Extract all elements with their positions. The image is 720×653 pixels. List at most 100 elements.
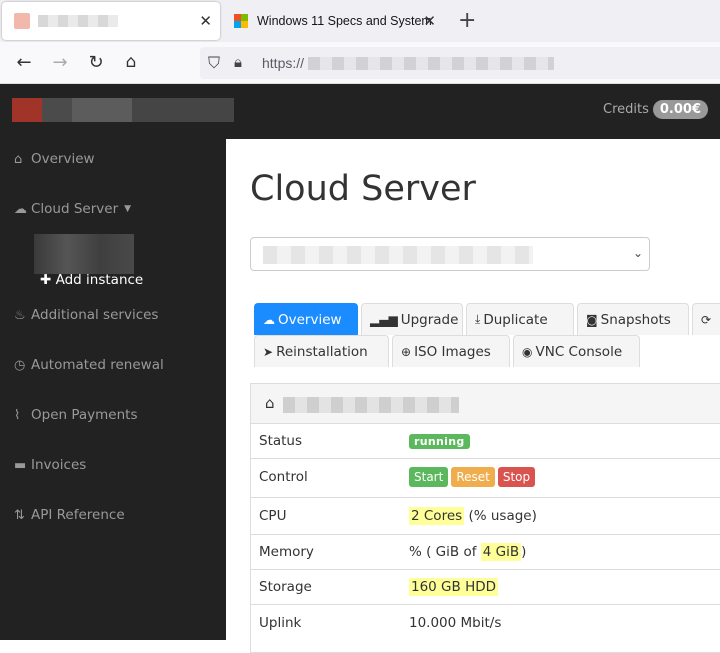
memory-suffix: ) (521, 544, 527, 560)
browser-nav-bar: ← → ↻ ⌂ ⛉ 🔒︎ https:// (0, 42, 720, 84)
browser-tab-active[interactable]: ✕ (2, 2, 220, 40)
credits-label: Credits (603, 102, 649, 117)
close-tab-icon[interactable]: ✕ (423, 12, 436, 30)
sidebar-item-invoices[interactable]: ▬ Invoices (14, 457, 86, 473)
tab-label: Duplicate (483, 311, 548, 328)
tab-label: Upgrade (400, 311, 459, 328)
chevron-down-icon: ⌄ (632, 246, 643, 260)
forward-arrow-icon[interactable]: → (49, 52, 71, 73)
status-badge: running (409, 434, 470, 449)
cloud-icon: ☁ (14, 201, 27, 217)
tab-label: Overview (278, 311, 342, 328)
server-details-panel: ⌂ Status running Control Start Reset Sto… (250, 383, 720, 653)
download-circle-icon: ⊕ (401, 344, 412, 359)
sidebar-item-cloud-server[interactable]: ☁ Cloud Server ▼ (14, 201, 131, 217)
sidebar-item-label: Open Payments (31, 407, 138, 423)
home-icon[interactable]: ⌂ (120, 52, 142, 72)
eye-icon: ◉ (522, 344, 533, 359)
cloud-icon: ☁ (263, 312, 275, 327)
panel-header: ⌂ (251, 384, 720, 424)
new-tab-button[interactable]: + (458, 8, 476, 33)
tab-title: Windows 11 Specs and System R (257, 14, 433, 28)
plus-icon: ✚ (40, 272, 52, 288)
add-instance-link[interactable]: ✚ Add instance (40, 272, 143, 288)
start-button[interactable]: Start (409, 467, 449, 487)
status-row: Status running (251, 424, 720, 459)
paperclip-icon: ⌇ (14, 407, 21, 423)
sidebar-item-label: Cloud Server (31, 201, 119, 217)
briefcase-icon: ▬ (14, 457, 27, 473)
tab-label: Snapshots (600, 311, 671, 328)
cpu-label: CPU (259, 508, 287, 524)
memory-label: Memory (259, 544, 314, 560)
site-header: Credits 0.00€ (0, 84, 720, 139)
uplink-row: Uplink 10.000 Mbit/s (251, 605, 720, 641)
sidebar-item-additional-services[interactable]: ♨ Additional services (14, 307, 158, 323)
site-logo[interactable] (12, 98, 234, 122)
instance-item-redacted[interactable] (34, 234, 134, 274)
shield-icon[interactable]: ⛉ (208, 53, 220, 73)
address-bar[interactable]: ⛉ 🔒︎ https:// (200, 47, 720, 79)
memory-row: Memory % ( GiB of 4 GiB) (251, 535, 720, 570)
reset-button[interactable]: Reset (451, 467, 495, 487)
fire-icon: ♨ (14, 307, 26, 323)
tab-iso-images[interactable]: ⊕ ISO Images (392, 335, 510, 367)
cpu-row: CPU 2 Cores (% usage) (251, 498, 720, 535)
credits-badge: 0.00€ (652, 100, 708, 119)
tab-label: Reinstallation (276, 343, 368, 360)
tab-overview[interactable]: ☁ Overview (254, 303, 358, 335)
server-select-value-redacted (263, 246, 533, 264)
stop-button[interactable]: Stop (497, 467, 536, 487)
sidebar-item-api-reference[interactable]: ⇅ API Reference (14, 507, 125, 523)
memory-usage: % ( GiB of (409, 544, 477, 560)
refresh-icon: ⟳ (701, 312, 712, 327)
caret-down-icon: ▼ (124, 204, 132, 214)
storage-value: 160 GB HDD (409, 578, 499, 596)
sidebar-item-label: Overview (31, 151, 95, 167)
sidebar-item-open-payments[interactable]: ⌇ Open Payments (14, 407, 137, 423)
cpu-usage: (% usage) (468, 508, 537, 524)
clock-icon: ◷ (14, 357, 26, 373)
tab-vnc-console[interactable]: ◉ VNC Console (513, 335, 640, 367)
memory-total: 4 GiB (480, 543, 522, 561)
send-icon: ➤ (263, 344, 274, 359)
url-redacted (308, 57, 554, 70)
sidebar-item-label: Automated renewal (31, 357, 164, 373)
tab-snapshots[interactable]: ◙ Snapshots (577, 303, 689, 335)
tab-reinstallation[interactable]: ➤ Reinstallation (254, 335, 389, 367)
storage-label: Storage (259, 579, 312, 595)
server-select[interactable]: ⌄ (250, 237, 650, 271)
tab-upgrade[interactable]: ▂▄▆ Upgrade (361, 303, 463, 335)
cpu-cores: 2 Cores (409, 507, 465, 525)
control-row: Control Start Reset Stop (251, 459, 720, 498)
sidebar-item-label: API Reference (31, 507, 125, 523)
site-favicon-icon (14, 13, 30, 29)
camera-icon: ◙ (586, 312, 598, 327)
back-arrow-icon[interactable]: ← (13, 52, 35, 73)
close-tab-icon[interactable]: ✕ (199, 12, 212, 30)
storage-row: Storage 160 GB HDD (251, 570, 720, 605)
browser-tab-strip: ✕ Windows 11 Specs and System R ✕ + (0, 0, 720, 42)
sort-icon: ⇅ (14, 507, 25, 523)
status-label: Status (259, 433, 303, 449)
tab-duplicate[interactable]: ⤓ Duplicate (466, 303, 574, 335)
url-text: https:// (262, 55, 305, 71)
microsoft-logo-icon (234, 14, 248, 28)
sidebar-item-automated-renewal[interactable]: ◷ Automated renewal (14, 357, 164, 373)
reload-icon[interactable]: ↻ (85, 52, 107, 73)
sidebar-item-overview[interactable]: ⌂ Overview (14, 151, 95, 167)
add-instance-label: Add instance (55, 272, 144, 288)
tab-label: VNC Console (535, 343, 623, 360)
uplink-value: 10.000 Mbit/s (409, 615, 502, 631)
credits[interactable]: Credits 0.00€ (603, 100, 708, 119)
signal-bars-icon: ▂▄▆ (370, 312, 398, 327)
home-icon: ⌂ (14, 151, 23, 167)
tab-label: ISO Images (414, 343, 491, 360)
sidebar-item-label: Invoices (31, 457, 87, 473)
page-title: Cloud Server (250, 169, 476, 209)
browser-tab-windows11[interactable]: Windows 11 Specs and System R ✕ (226, 2, 444, 40)
main-content: Cloud Server ⌄ ☁ Overview ▂▄▆ Upgrade ⤓ Dup… (226, 139, 720, 653)
tab-title-redacted (38, 15, 118, 27)
tab-refresh[interactable]: ⟳ (692, 303, 720, 335)
lock-icon[interactable]: 🔒︎ (234, 53, 242, 71)
